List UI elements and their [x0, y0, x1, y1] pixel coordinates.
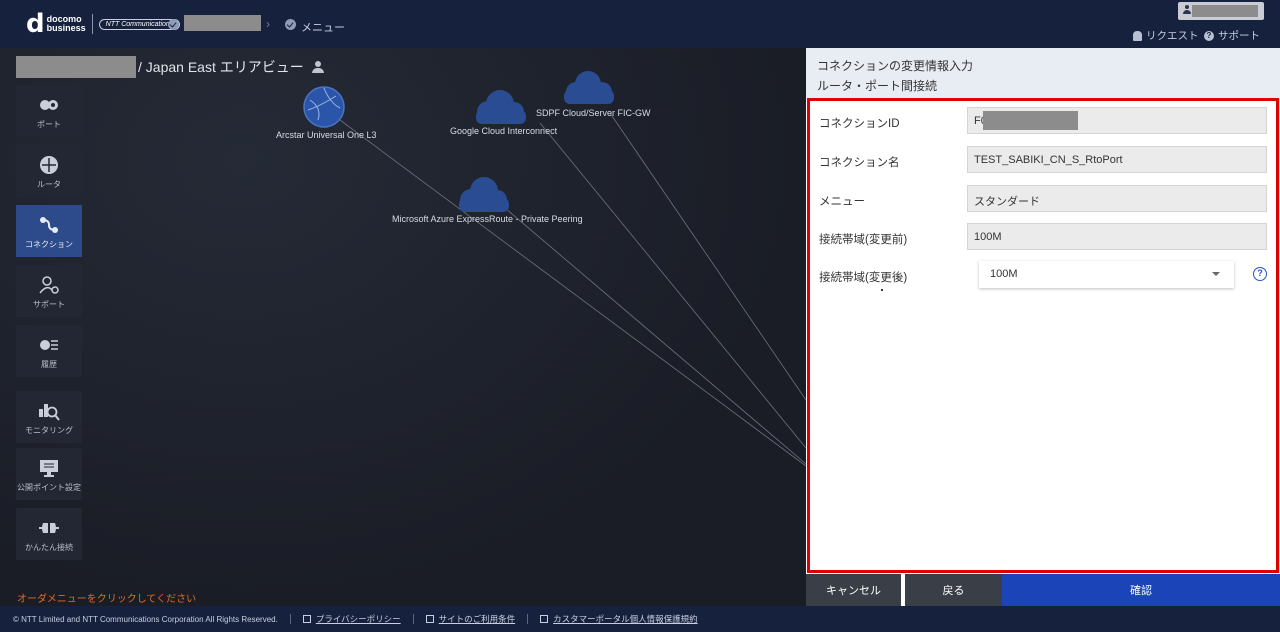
history-icon [40, 340, 58, 350]
connection-id-label: コネクションID [819, 118, 900, 130]
panel-header: コネクションの変更情報入力 ルータ・ポート間接続 [806, 48, 1280, 98]
back-button[interactable]: 戻る [905, 574, 1002, 606]
connection-lines [303, 71, 806, 467]
cancel-button[interactable]: キャンセル [806, 574, 901, 606]
user-name-redacted [1192, 5, 1258, 17]
connection-change-panel: コネクションの変更情報入力 ルータ・ポート間接続 コネクションID F032 コ… [806, 48, 1280, 606]
docomo-business-logo[interactable]: d docomo business NTT Communications [26, 9, 181, 39]
breadcrumb-menu[interactable]: メニュー [301, 19, 345, 35]
node-label-google[interactable]: Google Cloud Interconnect [450, 126, 557, 136]
confirm-button[interactable]: 確認 [1002, 574, 1280, 606]
bandwidth-after-label: 接続帯域(変更後) [819, 272, 908, 284]
link-line [539, 122, 806, 449]
order-menu-hint: オーダメニューをクリックしてください [17, 594, 197, 605]
footer-divider [527, 614, 529, 624]
privacy-policy-label: プライバシーポリシー [315, 614, 401, 624]
caret-down-icon [1212, 272, 1220, 276]
change-form: コネクションID F032 コネクション名 TEST_SABIKI_CN_S_R… [807, 98, 1279, 573]
user-account-button[interactable] [1178, 2, 1264, 20]
sidebar-item-connection[interactable]: コネクション [16, 205, 82, 257]
terms-label: サイトのご利用条件 [438, 614, 516, 624]
sidebar-item-support[interactable]: サポート [16, 265, 82, 317]
support-user-icon [39, 276, 59, 294]
cloud-icon[interactable] [459, 177, 509, 212]
globe-icon[interactable] [303, 86, 345, 128]
sidebar-item-label: ルータ [37, 180, 61, 189]
connection-name-label: コネクション名 [819, 157, 900, 169]
breadcrumb-redacted-item[interactable] [184, 15, 261, 31]
menu-label: メニュー [819, 196, 865, 208]
help-icon: ? [1204, 30, 1214, 41]
person-icon[interactable] [311, 61, 324, 73]
sidebar-item-label: ポート [37, 120, 61, 129]
sidebar-item-router[interactable]: ルータ [16, 145, 82, 197]
logo-divider [91, 14, 93, 34]
bandwidth-after-value: 100M [990, 268, 1018, 280]
external-link-icon [302, 615, 311, 623]
user-icon [1183, 5, 1191, 15]
bandwidth-after-select[interactable]: 100M [979, 261, 1234, 288]
connection-icon [40, 217, 58, 233]
privacy-policy-link[interactable]: プライバシーポリシー [302, 613, 401, 625]
terms-link[interactable]: サイトのご利用条件 [425, 613, 516, 625]
support-link[interactable]: ? サポート [1204, 28, 1260, 43]
sidebar-item-label: 履歴 [41, 360, 57, 369]
plug-icon [39, 523, 59, 533]
footer: © NTT Limited and NTT Communications Cor… [0, 606, 1280, 632]
panel-title: コネクションの変更情報入力 [817, 59, 974, 73]
port-icon [40, 100, 58, 110]
chevron-right-icon: › [266, 17, 270, 31]
monitor-icon [40, 460, 58, 477]
top-header: d docomo business NTT Communications › メ… [0, 0, 1280, 48]
sidebar-item-label: モニタリング [25, 426, 73, 435]
stray-dot [881, 289, 883, 291]
footer-divider [289, 614, 291, 624]
connection-id-field: F032 [967, 107, 1267, 134]
breadcrumb-check-icon [285, 19, 296, 30]
monitoring-icon [39, 404, 60, 421]
area-view-canvas[interactable]: Arcstar Universal One L3 Google Cloud In… [0, 48, 806, 606]
bandwidth-before-label: 接続帯域(変更前) [819, 234, 908, 246]
support-label: サポート [1218, 30, 1260, 42]
external-link-icon [540, 615, 549, 623]
link-line [504, 207, 806, 465]
cloud-icon[interactable] [476, 90, 526, 124]
sidebar-item-history[interactable]: 履歴 [16, 325, 82, 377]
logo-mark: d [26, 9, 45, 39]
request-link[interactable]: リクエスト [1133, 28, 1199, 43]
area-name-redacted [16, 56, 136, 78]
external-link-icon [425, 615, 434, 623]
menu-field: スタンダード [967, 185, 1267, 212]
sidebar-item-label: かんたん接続 [25, 543, 73, 552]
sidebar-item-label: コネクション [25, 240, 73, 249]
bandwidth-before-field: 100M [967, 223, 1267, 250]
sidebar-item-monitoring[interactable]: モニタリング [16, 391, 82, 443]
portal-privacy-label: カスタマーポータル個人情報保護規約 [553, 614, 698, 624]
sidebar-item-easy-connect[interactable]: かんたん接続 [16, 508, 82, 560]
copyright-text: © NTT Limited and NTT Communications Cor… [13, 614, 278, 624]
sidebar-item-label: サポート [33, 300, 65, 309]
question-help-icon[interactable]: ? [1253, 267, 1267, 281]
router-icon [40, 156, 58, 174]
cloud-icon[interactable] [564, 71, 614, 104]
panel-subtitle: ルータ・ポート間接続 [817, 79, 938, 93]
logo-line2: business [46, 23, 86, 33]
sidebar-item-label: 公開ポイント設定 [17, 483, 81, 492]
link-line [339, 119, 806, 467]
connection-id-redacted [983, 111, 1078, 130]
link-line [609, 112, 806, 401]
footer-divider [412, 614, 414, 624]
sidebar-item-public-point[interactable]: 公開ポイント設定 [16, 448, 82, 500]
node-label-azure[interactable]: Microsoft Azure ExpressRoute - Private P… [392, 214, 583, 224]
bell-icon [1133, 30, 1142, 41]
node-label-arcstar[interactable]: Arcstar Universal One L3 [276, 130, 377, 140]
area-title-text: / Japan East エリアビュー [138, 59, 304, 75]
connection-name-field: TEST_SABIKI_CN_S_RtoPort [967, 146, 1267, 173]
sidebar-item-port[interactable]: ポート [16, 85, 82, 137]
request-label: リクエスト [1146, 30, 1199, 42]
breadcrumb-check-icon [168, 19, 179, 30]
node-label-sdpf[interactable]: SDPF Cloud/Server FIC-GW [536, 108, 651, 118]
area-view-title: / Japan East エリアビュー [16, 56, 324, 78]
portal-privacy-link[interactable]: カスタマーポータル個人情報保護規約 [540, 613, 698, 625]
